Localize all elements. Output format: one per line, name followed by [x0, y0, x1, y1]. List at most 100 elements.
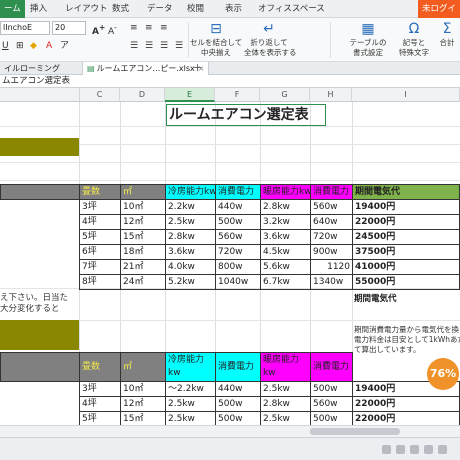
horizontal-scrollbar[interactable]	[0, 425, 460, 437]
area-cell[interactable]: 21㎡	[120, 259, 166, 275]
tsubo-cell[interactable]: 7坪	[79, 259, 121, 275]
power-cool-cell[interactable]: 500w	[215, 396, 261, 412]
percent-badge[interactable]: 76%	[427, 358, 459, 390]
cost-cell[interactable]: 19400円	[352, 199, 460, 215]
tab-layout[interactable]: レイアウト	[65, 0, 108, 18]
tab-view[interactable]: 表示	[225, 0, 242, 18]
sum-button[interactable]: Σ 合計	[434, 20, 460, 48]
power-heat-cell[interactable]: 1120	[310, 259, 353, 275]
power-cool-cell[interactable]: 720w	[215, 244, 261, 260]
scrollbar-thumb[interactable]	[310, 428, 400, 435]
tab-review[interactable]: 校閲	[187, 0, 204, 18]
power-cool-cell[interactable]: 440w	[215, 199, 261, 215]
phonetic-icon[interactable]: ア	[60, 40, 69, 52]
power-heat-cell[interactable]: 560w	[310, 199, 353, 215]
cool-cell[interactable]: 4.0kw	[165, 259, 216, 275]
area-cell[interactable]: 15㎡	[120, 229, 166, 245]
column-header-b[interactable]	[0, 88, 80, 102]
heat-cell[interactable]: 2.5kw	[260, 411, 311, 425]
power-heat-cell[interactable]: 500w	[310, 411, 353, 425]
area-cell[interactable]: 12㎡	[120, 214, 166, 230]
area-cell[interactable]: 12㎡	[120, 396, 166, 412]
tab-data[interactable]: データ	[147, 0, 173, 18]
tsubo-cell[interactable]: 4坪	[79, 396, 121, 412]
power-cool-cell[interactable]: 500w	[215, 411, 261, 425]
align-bottom-icon[interactable]: ≡	[160, 22, 168, 34]
heat-cell[interactable]: 2.8kw	[260, 396, 311, 412]
cool-cell[interactable]: ～2.2kw	[165, 381, 216, 397]
cost-cell[interactable]: 22000円	[352, 411, 460, 425]
area-cell[interactable]: 10㎡	[120, 199, 166, 215]
cost-cell[interactable]: 41000円	[352, 259, 460, 275]
cool-cell[interactable]: 2.2kw	[165, 199, 216, 215]
sheet-title[interactable]: ルームエアコン選定表	[166, 104, 326, 126]
power-cool-cell[interactable]: 440w	[215, 381, 261, 397]
area-cell[interactable]: 18㎡	[120, 244, 166, 260]
cost-cell[interactable]: 22000円	[352, 214, 460, 230]
login-button[interactable]: 未ログイ	[417, 0, 460, 18]
tsubo-cell[interactable]: 5坪	[79, 229, 121, 245]
tsubo-cell[interactable]: 6坪	[79, 244, 121, 260]
table-format-button[interactable]: ▦ テーブルの 書式設定	[346, 20, 390, 58]
power-heat-cell[interactable]: 900w	[310, 244, 353, 260]
cost-cell[interactable]: 37500円	[352, 244, 460, 260]
heat-cell[interactable]: 3.6kw	[260, 229, 311, 245]
align-middle-icon[interactable]: ≡	[145, 22, 153, 34]
tsubo-cell[interactable]: 4坪	[79, 214, 121, 230]
area-cell[interactable]: 10㎡	[120, 381, 166, 397]
column-header-f[interactable]: F	[215, 88, 260, 102]
tsubo-cell[interactable]: 5坪	[79, 411, 121, 425]
wrap-text-button[interactable]: ↵ 折り返して 全体を表示する	[244, 20, 297, 58]
tab-office-space[interactable]: オフィススペース	[258, 0, 325, 18]
font-color-icon[interactable]: A	[46, 40, 52, 52]
symbols-button[interactable]: Ω 記号と 特殊文字	[396, 20, 432, 58]
border-icon[interactable]: ⊞	[16, 40, 24, 52]
cool-cell[interactable]: 2.5kw	[165, 214, 216, 230]
column-header-c[interactable]: C	[80, 88, 120, 102]
power-cool-cell[interactable]: 500w	[215, 214, 261, 230]
tab-home[interactable]: ーム	[0, 0, 25, 18]
cool-cell[interactable]: 2.5kw	[165, 411, 216, 425]
cool-cell[interactable]: 3.6kw	[165, 244, 216, 260]
area-cell[interactable]: 15㎡	[120, 411, 166, 425]
page-break-icon[interactable]	[410, 445, 419, 454]
heat-cell[interactable]: 3.2kw	[260, 214, 311, 230]
align-top-icon[interactable]: ≡	[130, 22, 138, 34]
align-left-icon[interactable]: ☰	[130, 40, 138, 52]
cool-cell[interactable]: 2.5kw	[165, 396, 216, 412]
cost-cell[interactable]: 55000円	[352, 274, 460, 290]
font-name-select[interactable]: lInchoE	[0, 21, 50, 35]
tsubo-cell[interactable]: 3坪	[79, 199, 121, 215]
column-header-i[interactable]: I	[352, 88, 460, 102]
column-header-e[interactable]: E	[165, 88, 215, 102]
merge-center-button[interactable]: ⊟ セルを結合して 中央揃え	[190, 20, 242, 58]
formula-bar[interactable]: ムエアコン選定表	[0, 75, 460, 88]
font-size-select[interactable]: 20	[52, 21, 86, 35]
sheet-grid[interactable]: C D E F G H I ルームエアコン選定表 畳数 ㎡ 冷房能力kw 消費電	[0, 88, 460, 425]
power-cool-cell[interactable]: 1040w	[215, 274, 261, 290]
cool-cell[interactable]: 2.8kw	[165, 229, 216, 245]
underline-icon[interactable]: U	[2, 40, 9, 52]
font-grow-icon[interactable]: A+	[92, 22, 105, 38]
tsubo-cell[interactable]: 8坪	[79, 274, 121, 290]
tab-insert[interactable]: 挿入	[30, 0, 47, 18]
font-shrink-icon[interactable]: A-	[108, 22, 117, 38]
power-heat-cell[interactable]: 1340w	[310, 274, 353, 290]
heat-cell[interactable]: 4.5kw	[260, 244, 311, 260]
power-heat-cell[interactable]: 560w	[310, 396, 353, 412]
tab-file[interactable]: ▤ ルームエアコン…ピー.xlsx ×	[82, 62, 210, 75]
column-header-h[interactable]: H	[310, 88, 352, 102]
heat-cell[interactable]: 2.5kw	[260, 381, 311, 397]
power-cool-cell[interactable]: 560w	[215, 229, 261, 245]
heat-cell[interactable]: 6.7kw	[260, 274, 311, 290]
column-header-g[interactable]: G	[260, 88, 310, 102]
align-right-icon[interactable]: ☰	[160, 40, 168, 52]
reading-view-icon[interactable]	[424, 445, 433, 454]
new-tab-button[interactable]: +	[193, 62, 202, 74]
justify-icon[interactable]: ☰	[175, 40, 183, 52]
tab-formula[interactable]: 数式	[112, 0, 129, 18]
page-layout-icon[interactable]	[396, 445, 405, 454]
power-heat-cell[interactable]: 500w	[310, 381, 353, 397]
heat-cell[interactable]: 2.8kw	[260, 199, 311, 215]
normal-view-icon[interactable]	[382, 445, 391, 454]
